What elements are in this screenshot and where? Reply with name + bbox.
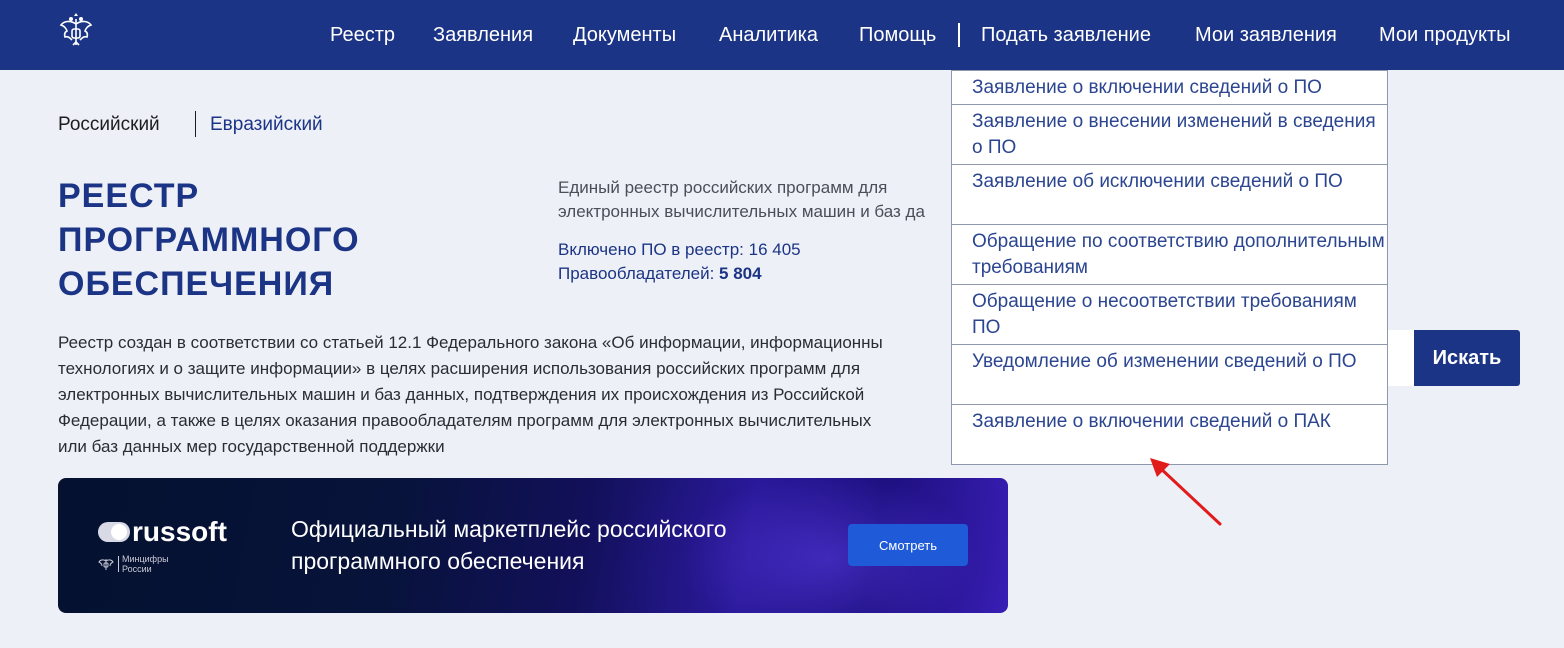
dropdown-item-change-notification[interactable]: Уведомление об изменении сведений о ПО xyxy=(952,345,1387,405)
dropdown-item-additional-requirements[interactable]: Обращение по соответствию дополнительным… xyxy=(952,225,1387,285)
registry-description-line: электронных вычислительных машин и баз д… xyxy=(558,202,925,221)
mincifry-label-line: России xyxy=(122,564,152,574)
nav-my-applications[interactable]: Мои заявления xyxy=(1195,22,1337,48)
dropdown-item-include-software[interactable]: Заявление о включении сведений о ПО xyxy=(952,71,1387,105)
annotation-arrow-icon xyxy=(1150,458,1222,526)
russoft-brand: russoft xyxy=(132,516,227,547)
page-title: РЕЕСТР ПРОГРАММНОГО ОБЕСПЕЧЕНИЯ xyxy=(58,177,360,303)
holders-count: Правообладателей: 5 804 xyxy=(558,262,762,286)
nav-help[interactable]: Помощь xyxy=(859,22,936,48)
included-count: Включено ПО в реестр: 16 405 xyxy=(558,240,801,259)
nav-analytics[interactable]: Аналитика xyxy=(719,22,818,48)
mincifry-separator xyxy=(118,556,119,572)
mincifry-label: Минцифры России xyxy=(122,554,169,574)
paragraph-line: электронных вычислительных машин и баз д… xyxy=(58,385,865,404)
view-button[interactable]: Смотреть xyxy=(848,524,968,566)
top-header: Реестр Заявления Документы Аналитика Пом… xyxy=(0,0,1564,70)
tab-russian[interactable]: Российский xyxy=(58,113,160,137)
nav-submit-application[interactable]: Подать заявление xyxy=(981,22,1151,48)
tab-divider xyxy=(195,111,196,137)
holders-value: 5 804 xyxy=(719,264,762,283)
mincifry-label-line: Минцифры xyxy=(122,554,169,564)
russoft-banner[interactable]: russoft Минцифры России Официальный марк… xyxy=(58,478,1008,613)
submit-application-dropdown: Заявление о включении сведений о ПО Заяв… xyxy=(951,70,1388,465)
dropdown-item-noncompliance[interactable]: Обращение о несоответствии требованиям П… xyxy=(952,285,1387,345)
nav-divider xyxy=(958,23,960,47)
registry-description-line: Единый реестр российских программ для xyxy=(558,178,888,197)
search-input[interactable] xyxy=(1388,330,1414,386)
dropdown-item-modify-software[interactable]: Заявление о внесении изменений в сведени… xyxy=(952,105,1387,165)
nav-registry[interactable]: Реестр xyxy=(330,22,395,48)
banner-title: Официальный маркетплейс российского прог… xyxy=(291,516,727,574)
nav-documents[interactable]: Документы xyxy=(573,22,676,48)
dropdown-item-exclude-software[interactable]: Заявление об исключении сведений о ПО xyxy=(952,165,1387,225)
toggle-icon xyxy=(98,522,130,542)
tab-eurasian[interactable]: Евразийский xyxy=(210,113,323,137)
holders-label: Правообладателей: xyxy=(558,264,715,283)
coat-of-arms-icon xyxy=(98,559,114,570)
search-button[interactable]: Искать xyxy=(1414,330,1520,386)
registry-paragraph: Реестр создан в соответствии со статьей … xyxy=(58,330,951,460)
coat-of-arms-icon[interactable] xyxy=(56,12,96,52)
paragraph-line: технологиях и о защите информации» в цел… xyxy=(58,359,861,378)
paragraph-line: Федерации, а также в целях оказания прав… xyxy=(58,411,872,430)
nav-applications[interactable]: Заявления xyxy=(433,22,533,48)
paragraph-line: или баз данных мер государственной подде… xyxy=(58,437,445,456)
paragraph-line: Реестр создан в соответствии со статьей … xyxy=(58,333,883,352)
registry-description: Единый реестр российских программ для эл… xyxy=(558,176,951,224)
nav-my-products[interactable]: Мои продукты xyxy=(1379,22,1511,48)
